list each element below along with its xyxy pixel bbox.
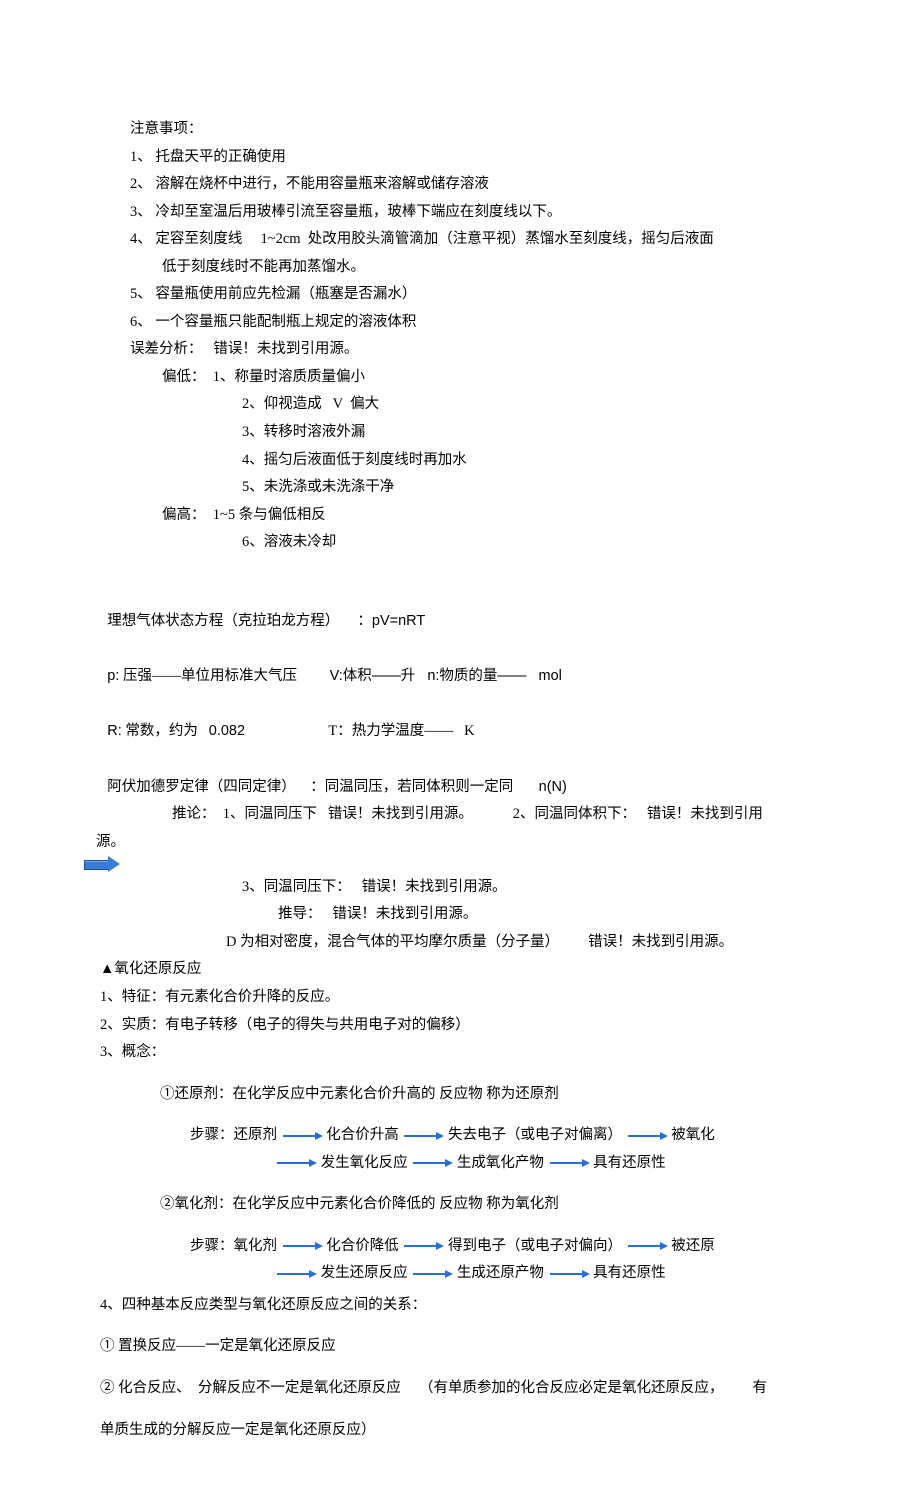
step-text: 被还原 xyxy=(671,1238,715,1254)
precaution-item: 2、 溶解在烧杯中进行，不能用容量瓶来溶解或储存溶液 xyxy=(130,171,810,199)
arrow-icon xyxy=(626,1131,668,1141)
redox-c1-steps-row1: 步骤：还原剂 化合价升高 失去电子（或电子对偏离） 被氧化 xyxy=(190,1122,810,1150)
step-text: 发生氧化反应 xyxy=(321,1155,408,1171)
errlow-item: 4、摇匀后液面低于刻度线时再加水 xyxy=(130,447,810,475)
r-desc: 常数，约为 xyxy=(125,723,198,739)
vn-label: V:体积——升 n:物质的量—— mol xyxy=(330,668,562,684)
step-text: 生成还原产物 xyxy=(457,1265,544,1281)
arrow-icon xyxy=(548,1158,590,1168)
step-text: 失去电子（或电子对偏离） xyxy=(448,1127,622,1143)
step-text: 化合价降低 xyxy=(326,1238,399,1254)
redox-c2-heading: ②氧化剂：在化学反应中元素化合价降低的 反应物 称为氧化剂 xyxy=(160,1191,810,1219)
step-text: 具有还原性 xyxy=(593,1155,666,1171)
precaution-item: 4、 定容至刻度线 1~2cm 处改用胶头滴管滴加（注意平视）蒸馏水至刻度线，摇… xyxy=(130,226,810,254)
error-analysis-heading: 误差分析： 错误！未找到引用源。 xyxy=(130,336,810,364)
redox-c2-steps-row1: 步骤：氧化剂 化合价降低 得到电子（或电子对偏向） 被还原 xyxy=(190,1233,810,1261)
ideal-gas-label: 理想气体状态方程（克拉珀龙方程） ： xyxy=(107,613,372,629)
p-desc: 压强——单位用标准大气压 xyxy=(123,668,297,684)
redox-item4: 4、四种基本反应类型与氧化还原反应之间的关系： xyxy=(100,1292,810,1320)
ideal-gas-line2: p: 压强——单位用标准大气压 V:体积——升 n:物质的量—— mol xyxy=(100,636,810,691)
arrow-icon xyxy=(402,1131,444,1141)
errlow-heading: 偏低： 1、称量时溶质质量偏小 xyxy=(130,364,810,392)
ideal-gas-line3: R: 常数，约为 0.082 T：热力学温度—— K xyxy=(100,691,810,746)
arrow-icon xyxy=(275,1269,317,1279)
precaution-item-cont: 低于刻度线时不能再加蒸馏水。 xyxy=(130,254,810,282)
p-label: p: xyxy=(107,668,119,684)
arrow-icon xyxy=(626,1241,668,1251)
errlow-item: 5、未洗涤或未洗涤干净 xyxy=(130,474,810,502)
avogadro-line4: 推导： 错误！未找到引用源。 xyxy=(130,901,810,929)
errlow-item: 2、仰视造成 V 偏大 xyxy=(130,391,810,419)
redox-c1-steps-row2: 发生氧化反应 生成氧化产物 具有还原性 xyxy=(275,1150,810,1178)
arrow-icon xyxy=(402,1241,444,1251)
step-text: 得到电子（或电子对偏向） xyxy=(448,1238,622,1254)
step-text: 具有还原性 xyxy=(593,1265,666,1281)
redox-heading: ▲氧化还原反应 xyxy=(100,956,810,984)
step-text: 生成氧化产物 xyxy=(457,1155,544,1171)
arrow-icon xyxy=(281,1131,323,1141)
ideal-gas-line1: 理想气体状态方程（克拉珀龙方程） ：pV=nRT xyxy=(100,581,810,636)
precaution-item: 6、 一个容量瓶只能配制瓶上规定的溶液体积 xyxy=(130,309,810,337)
right-arrow-icon xyxy=(84,857,122,871)
arrow-icon xyxy=(275,1158,317,1168)
errhigh-heading: 偏高： 1~5 条与偏低相反 xyxy=(130,502,810,530)
precaution-item: 1、 托盘天平的正确使用 xyxy=(130,144,810,172)
precaution-item: 5、 容量瓶使用前应先检漏（瓶塞是否漏水） xyxy=(130,281,810,309)
redox-rel2b: 单质生成的分解反应一定是氧化还原反应） xyxy=(100,1417,810,1445)
arrow-icon xyxy=(411,1269,453,1279)
step-text: 发生还原反应 xyxy=(321,1265,408,1281)
ideal-gas-formula: pV=nRT xyxy=(372,613,425,629)
avogadro-nn: n(N) xyxy=(539,779,567,795)
step-label: 步骤：还原剂 xyxy=(190,1127,277,1143)
avogadro-label: 阿伏加德罗定律（四同定律） ：同温同压，若同体积则一定同 xyxy=(107,779,513,795)
avogadro-line5: D 为相对密度，混合气体的平均摩尔质量（分子量） 错误！未找到引用源。 xyxy=(130,929,810,957)
step-text: 被氧化 xyxy=(671,1127,715,1143)
arrow-icon xyxy=(411,1158,453,1168)
precaution-item: 3、 冷却至室温后用玻棒引流至容量瓶，玻棒下端应在刻度线以下。 xyxy=(130,199,810,227)
errhigh-item: 6、溶液未冷却 xyxy=(130,529,810,557)
avogadro-line2: 推论： 1、同温同压下 错误！未找到引用源。 2、同温同体积下： 错误！未找到引… xyxy=(140,801,810,829)
step-text: 化合价升高 xyxy=(326,1127,399,1143)
redox-c2-steps-row2: 发生还原反应 生成还原产物 具有还原性 xyxy=(275,1260,810,1288)
t-desc: T：热力学温度—— K xyxy=(328,723,474,739)
arrow-icon xyxy=(548,1269,590,1279)
errlow-item: 3、转移时溶液外漏 xyxy=(130,419,810,447)
redox-item2: 2、实质：有电子转移（电子的得失与共用电子对的偏移） xyxy=(100,1012,810,1040)
r-label: R: xyxy=(107,723,122,739)
redox-item3: 3、概念： xyxy=(100,1039,810,1067)
avogadro-line3: 3、同温同压下： 错误！未找到引用源。 xyxy=(130,874,810,902)
r-val: 0.082 xyxy=(209,723,245,739)
redox-item1: 1、特征：有元素化合价升降的反应。 xyxy=(100,984,810,1012)
redox-rel2: ② 化合反应、 分解反应不一定是氧化还原反应 （有单质参加的化合反应必定是氧化还… xyxy=(100,1375,810,1403)
step-label: 步骤：氧化剂 xyxy=(190,1238,277,1254)
arrow-icon xyxy=(281,1241,323,1251)
redox-rel1: ① 置换反应——一定是氧化还原反应 xyxy=(100,1333,810,1361)
avogadro-line1: 阿伏加德罗定律（四同定律） ：同温同压，若同体积则一定同 n(N) xyxy=(100,746,810,801)
redox-c1-heading: ①还原剂：在化学反应中元素化合价升高的 反应物 称为还原剂 xyxy=(160,1081,810,1109)
precautions-heading: 注意事项： xyxy=(130,116,810,144)
